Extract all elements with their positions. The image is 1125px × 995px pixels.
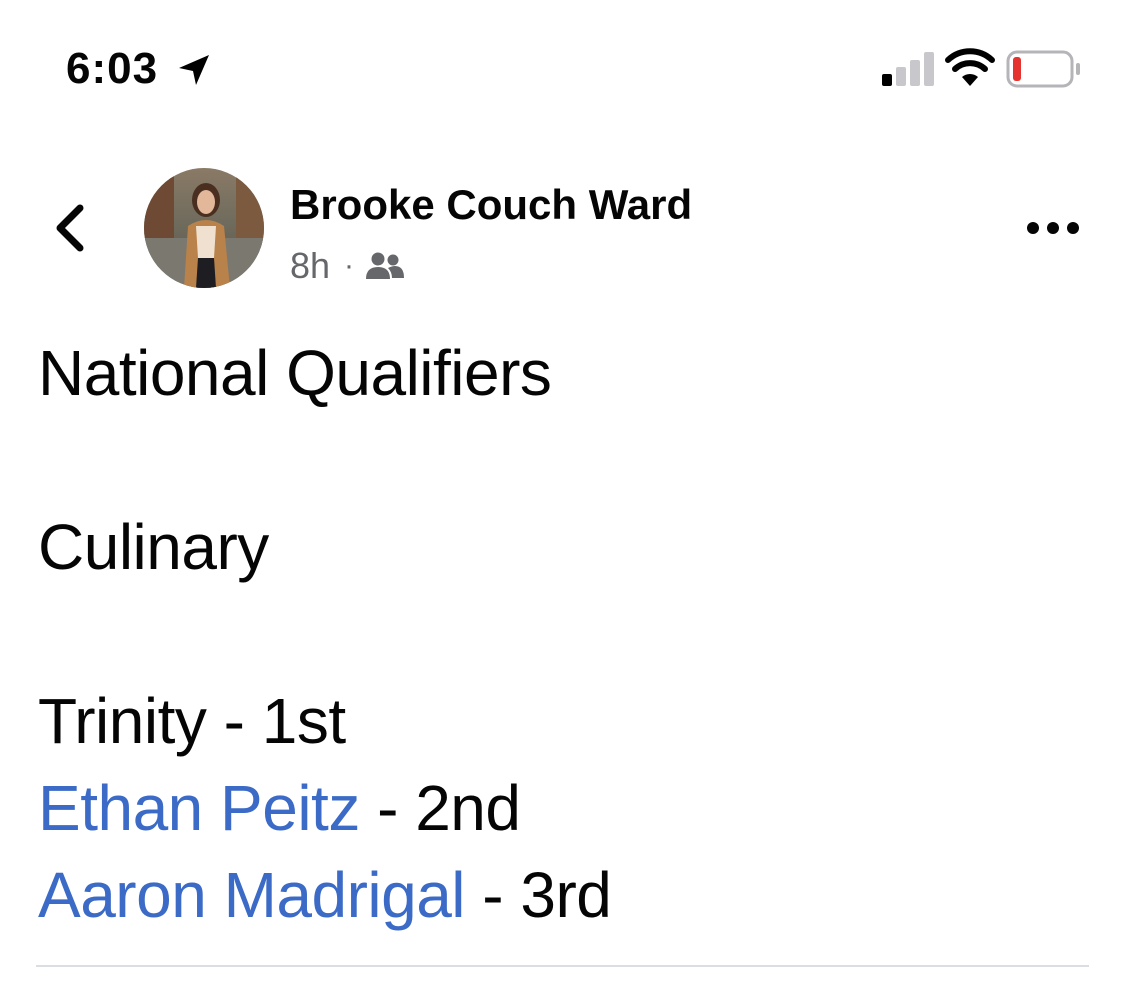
cellular-signal-icon [882,52,934,86]
author-avatar[interactable] [144,168,264,288]
post-category-line: Culinary [38,511,269,583]
status-time: 6:03 [66,44,159,93]
wifi-icon [945,48,995,86]
post-divider [36,965,1089,967]
author-name[interactable]: Brooke Couch Ward [290,180,692,230]
result-line-3: Aaron Madrigal - 3rd [38,852,1098,939]
friends-icon[interactable] [366,251,405,281]
post-header: Brooke Couch Ward 8h · [0,160,1125,300]
meta-separator: · [344,249,355,282]
avatar-photo [144,168,264,288]
chevron-left-icon[interactable] [48,202,92,254]
post-text: National Qualifiers Culinary Trinity - 1… [38,330,1098,939]
status-bar: 6:03 [0,0,1125,140]
location-arrow-icon [179,55,209,85]
mention-link-ethan-peitz[interactable]: Ethan Peitz [38,772,360,844]
result-line-2: Ethan Peitz - 2nd [38,765,1098,852]
more-options-icon[interactable] [1026,216,1080,240]
result-place-2: - 2nd [359,772,521,844]
post-meta: 8h · [290,244,405,288]
post-title-line: National Qualifiers [38,337,552,409]
result-line-1: Trinity - 1st [38,685,346,757]
mention-link-aaron-madrigal[interactable]: Aaron Madrigal [38,859,466,931]
battery-icon [1006,50,1080,88]
post-timestamp[interactable]: 8h [290,244,330,288]
result-place-3: - 3rd [465,859,612,931]
